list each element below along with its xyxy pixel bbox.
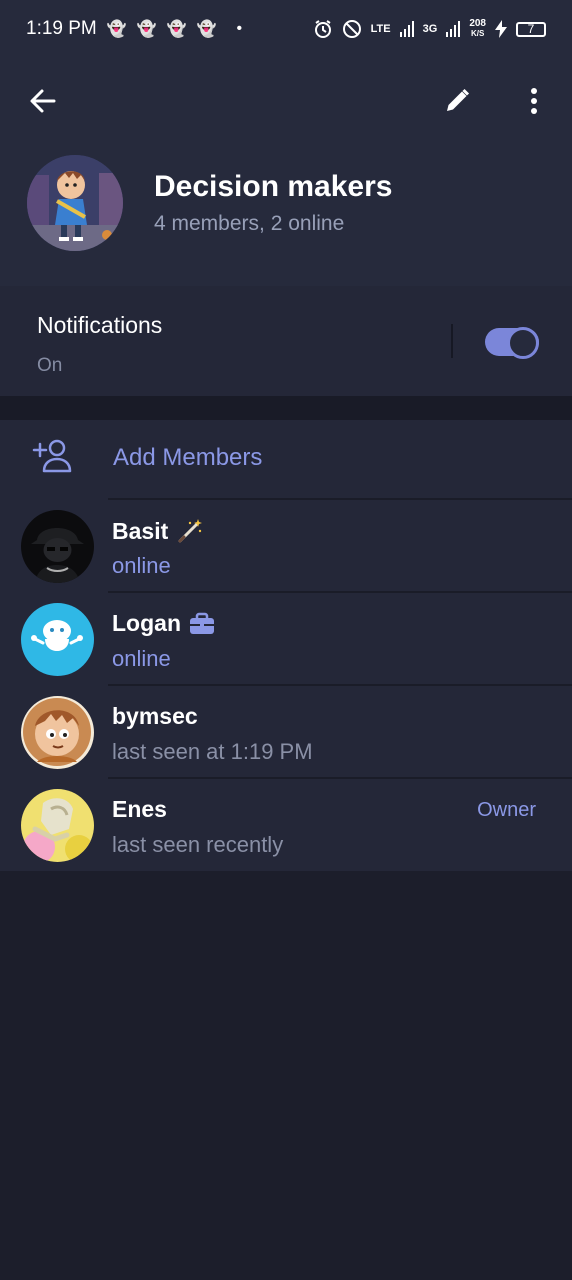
avatar: [21, 510, 94, 583]
network-speed-value: 208: [469, 18, 486, 29]
member-name-text: bymsec: [112, 703, 198, 729]
member-row-bymsec[interactable]: bymsec last seen at 1:19 PM: [0, 685, 572, 778]
group-member-count: 4 members, 2 online: [154, 212, 345, 235]
add-members-label: Add Members: [113, 444, 263, 471]
battery-level: 7: [516, 21, 546, 37]
3g-label: 3G: [422, 23, 438, 35]
signal-icon: [446, 21, 461, 37]
magic-wand-icon: [178, 519, 203, 543]
notifications-label: Notifications: [37, 312, 163, 338]
network-speed-unit: K/S: [470, 29, 485, 38]
add-user-icon: [32, 438, 72, 479]
alarm-icon: [314, 20, 331, 38]
member-name: Enes: [112, 796, 167, 823]
member-row-enes[interactable]: Enes last seen recently Owner: [0, 778, 572, 871]
back-button[interactable]: [28, 86, 58, 121]
toggle-knob: [507, 327, 539, 359]
group-avatar[interactable]: [27, 155, 123, 251]
section-gap: [0, 396, 572, 420]
group-title: Decision makers: [154, 170, 393, 203]
member-name-text: Logan: [112, 610, 181, 636]
charging-bolt-icon: [495, 20, 507, 38]
status-bar-left: 1:19 PM 👻 👻 👻 👻 •: [26, 18, 242, 40]
add-members-button[interactable]: Add Members: [0, 420, 572, 498]
member-status: last seen at 1:19 PM: [112, 739, 313, 764]
member-status: online: [112, 646, 171, 671]
notifications-toggle[interactable]: [485, 327, 539, 359]
avatar: [21, 789, 94, 862]
group-header: Decision makers 4 members, 2 online: [0, 58, 572, 286]
avatar: [21, 603, 94, 676]
status-time: 1:19 PM: [26, 18, 97, 39]
status-bar-right: LTE 3G 208 K/S 7: [313, 19, 546, 39]
member-status: online: [112, 553, 171, 578]
status-bar: 1:19 PM 👻 👻 👻 👻 • LTE 3G 208 K/S 7: [0, 0, 572, 58]
member-name-text: Basit: [112, 517, 169, 544]
snapchat-icon: 👻: [136, 21, 157, 38]
member-name: Logan: [112, 610, 215, 637]
member-row-basit[interactable]: Basit online: [0, 499, 572, 592]
notifications-row[interactable]: Notifications On: [0, 286, 572, 396]
notifications-state: On: [37, 355, 63, 376]
snapchat-icon: 👻: [166, 21, 187, 38]
members-section: Add Members Basit online Logan online by…: [0, 420, 572, 871]
avatar: [21, 696, 94, 769]
more-options-button[interactable]: [522, 86, 546, 121]
snapchat-icon: 👻: [196, 21, 217, 38]
group-avatar-illustration: [27, 155, 123, 251]
edit-button[interactable]: [442, 86, 472, 121]
member-name: Basit: [112, 517, 204, 545]
member-status: last seen recently: [112, 832, 284, 857]
lte-label: LTE: [370, 23, 391, 35]
member-row-logan[interactable]: Logan online: [0, 592, 572, 685]
do-not-disturb-icon: [342, 20, 361, 38]
pencil-icon: [447, 88, 470, 111]
owner-badge: Owner: [477, 799, 536, 821]
divider: [451, 324, 453, 358]
network-speed: 208 K/S: [469, 19, 486, 39]
arrow-left-icon: [30, 89, 56, 113]
signal-icon: [399, 21, 414, 37]
snapchat-icon: 👻: [106, 21, 127, 38]
more-notifications-dot-icon: •: [236, 20, 243, 37]
member-name-text: Enes: [112, 796, 167, 822]
briefcase-icon: [190, 612, 214, 634]
more-vertical-icon: [531, 88, 537, 114]
member-name: bymsec: [112, 703, 198, 730]
